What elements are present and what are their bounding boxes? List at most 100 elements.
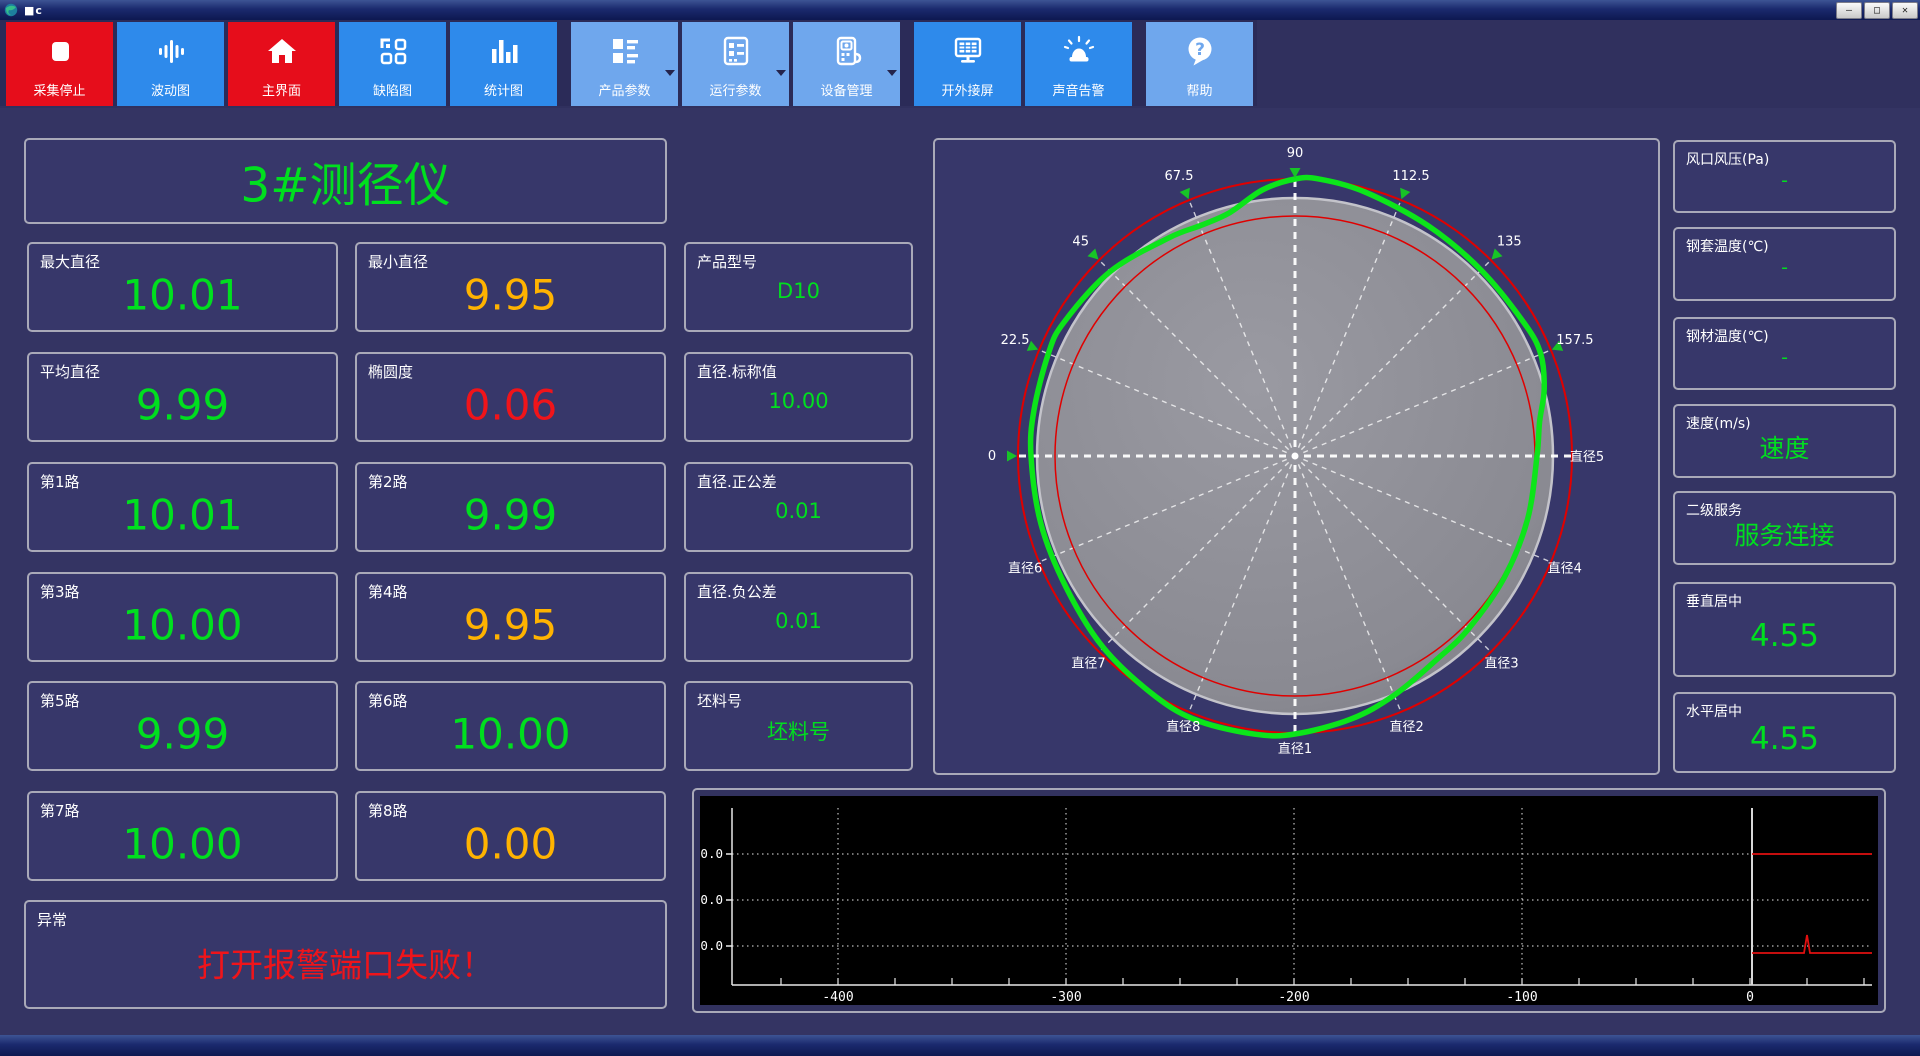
stop-icon: [51, 42, 69, 61]
measurement-value: D10: [777, 278, 820, 303]
gauge-title-card: 3#测径仪: [24, 138, 667, 224]
toolbar-button-waveform[interactable]: 波动图: [117, 22, 224, 106]
status-value: -: [1781, 169, 1788, 192]
toolbar-button-run-params[interactable]: 运行参数: [682, 22, 789, 106]
measurement-value: 0.01: [775, 498, 822, 523]
svg-text:直径1: 直径1: [1278, 742, 1312, 757]
close-button[interactable]: ✕: [1892, 2, 1918, 19]
toolbar-button-device-manage[interactable]: 设备管理: [793, 22, 900, 106]
defect-map-icon: [380, 38, 406, 65]
toolbar-button-defect-map[interactable]: 缺陷图: [339, 22, 446, 106]
toolbar-button-home[interactable]: 主界面: [228, 22, 335, 106]
status-card: 二级服务 服务连接: [1673, 491, 1896, 565]
dropdown-arrow-icon[interactable]: [887, 70, 897, 76]
measurement-card: 最大直径 10.01: [27, 242, 338, 332]
window-title: ■c: [24, 3, 43, 17]
toolbar-button-bar-chart[interactable]: 统计图: [450, 22, 557, 106]
home-icon: [267, 39, 296, 63]
status-value: 4.55: [1749, 720, 1820, 757]
status-value: 4.55: [1749, 617, 1820, 654]
measurement-label: 第1路: [40, 473, 80, 491]
measurement-value: 10.01: [122, 490, 243, 540]
status-label: 钢材温度(℃): [1686, 329, 1769, 345]
toolbar-button-stop[interactable]: 采集停止: [6, 22, 113, 106]
diameter-trend-chart: 10.0 10.0 10.0 -400 -300 -200 -100 0: [700, 808, 1872, 1005]
toolbar-button-label: 统计图: [483, 84, 523, 99]
alarm-label: 异常: [37, 911, 68, 929]
measurement-label: 直径.标称值: [697, 363, 777, 381]
svg-text:10.0: 10.0: [700, 846, 723, 861]
toolbar-button-product-params[interactable]: 产品参数: [571, 22, 678, 106]
status-card: 风口风压(Pa) -: [1673, 140, 1896, 213]
svg-text:10.0: 10.0: [700, 892, 723, 907]
svg-text:-200: -200: [1278, 990, 1309, 1005]
status-value: -: [1781, 346, 1788, 369]
status-label: 风口风压(Pa): [1686, 152, 1770, 168]
svg-text:45: 45: [1072, 235, 1089, 250]
toolbar-button-label: 运行参数: [709, 84, 762, 99]
maximize-button[interactable]: □: [1864, 2, 1890, 19]
status-value: -: [1781, 256, 1788, 279]
help-icon: ?: [1188, 37, 1211, 66]
measurement-card: 平均直径 9.99: [27, 352, 338, 442]
svg-text:-300: -300: [1050, 990, 1081, 1005]
svg-text:157.5: 157.5: [1556, 333, 1593, 348]
measurement-label: 直径.正公差: [697, 473, 777, 491]
sound-alarm-icon: [1063, 35, 1094, 62]
status-card: 水平居中 4.55: [1673, 692, 1896, 773]
status-label: 水平居中: [1686, 704, 1742, 720]
measurement-value: 10.00: [122, 600, 243, 650]
measurement-card: 直径.标称值 10.00: [684, 352, 913, 442]
status-label: 钢套温度(℃): [1686, 239, 1769, 255]
toolbar-button-help[interactable]: ? 帮助: [1146, 22, 1253, 106]
svg-text:0: 0: [988, 449, 996, 464]
alarm-message: 打开报警端口失败！: [197, 945, 494, 985]
svg-text:10.0: 10.0: [700, 938, 723, 953]
trend-chart-panel: 10.0 10.0 10.0 -400 -300 -200 -100 0: [692, 788, 1886, 1013]
svg-text:-100: -100: [1506, 990, 1537, 1005]
status-card: 钢套温度(℃) -: [1673, 227, 1896, 301]
measurement-label: 产品型号: [697, 253, 758, 271]
dropdown-arrow-icon[interactable]: [665, 70, 675, 76]
svg-text:90: 90: [1287, 146, 1304, 161]
measurement-card: 第6路 10.00: [355, 681, 666, 771]
measurement-value: 9.99: [135, 709, 230, 759]
toolbar-button-label: 设备管理: [820, 84, 873, 99]
measurement-label: 第5路: [40, 692, 80, 710]
measurement-value: 10.00: [450, 709, 571, 759]
alarm-card: 异常 打开报警端口失败！: [24, 900, 667, 1009]
measurement-label: 最大直径: [40, 253, 101, 271]
svg-text:直径8: 直径8: [1166, 720, 1200, 735]
bar-chart-icon: [491, 40, 517, 63]
status-label: 垂直居中: [1686, 594, 1742, 610]
svg-text:直径3: 直径3: [1484, 657, 1518, 672]
measurement-card: 直径.正公差 0.01: [684, 462, 913, 552]
toolbar-button-label: 声音告警: [1052, 84, 1105, 99]
measurement-label: 第4路: [368, 583, 408, 601]
minimize-button[interactable]: –: [1836, 2, 1862, 19]
measurement-label: 直径.负公差: [697, 583, 777, 601]
measurement-label: 第3路: [40, 583, 80, 601]
measurement-card: 最小直径 9.95: [355, 242, 666, 332]
trend-chart-background: 10.0 10.0 10.0 -400 -300 -200 -100 0: [700, 796, 1878, 1005]
svg-text:直径4: 直径4: [1548, 562, 1582, 577]
dropdown-arrow-icon[interactable]: [776, 70, 786, 76]
window-titlebar: ■c – □ ✕: [0, 0, 1920, 20]
measurement-value: 9.99: [135, 380, 230, 430]
measurement-label: 第7路: [40, 802, 80, 820]
measurement-card: 第1路 10.01: [27, 462, 338, 552]
toolbar-button-external-screen[interactable]: 开外接屏: [914, 22, 1021, 106]
toolbar-button-sound-alarm[interactable]: 声音告警: [1025, 22, 1132, 106]
measurement-card: 第3路 10.00: [27, 572, 338, 662]
device-manage-icon: [836, 36, 861, 66]
measurement-label: 坯料号: [697, 692, 743, 710]
measurement-card: 椭圆度 0.06: [355, 352, 666, 442]
svg-text:?: ?: [1195, 40, 1205, 60]
measurement-card: 第4路 9.95: [355, 572, 666, 662]
toolbar-button-label: 缺陷图: [372, 84, 412, 99]
svg-text:67.5: 67.5: [1165, 169, 1194, 184]
toolbar-button-label: 帮助: [1186, 84, 1213, 99]
toolbar-button-label: 开外接屏: [941, 84, 994, 99]
roundness-polar-panel: 0 22.5 45 67.5 90 112.5 135 157.5 直径5 直径4 直径3 直径2 直径…: [933, 138, 1660, 775]
measurement-value: 10.00: [768, 388, 829, 413]
